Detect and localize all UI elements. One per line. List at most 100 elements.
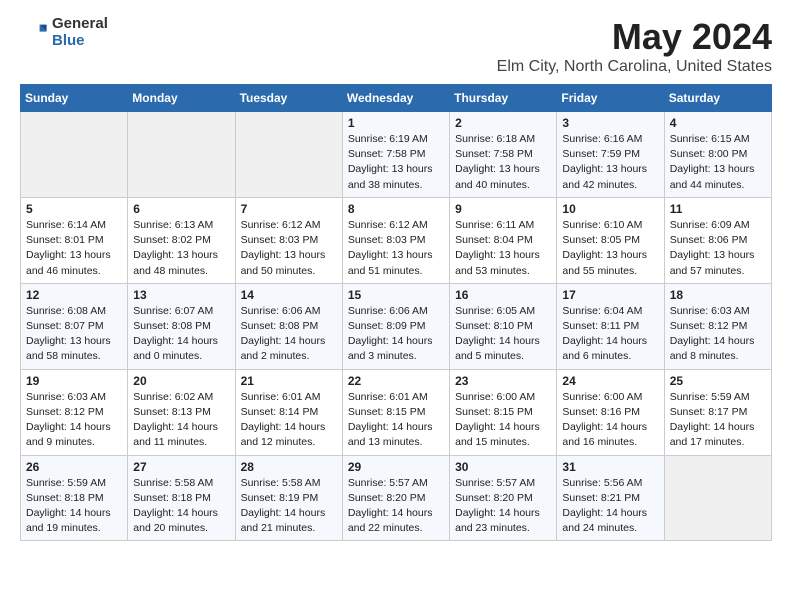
day-number: 9 <box>455 202 551 216</box>
col-header-friday: Friday <box>557 85 664 112</box>
day-cell: 5 Sunrise: 6:14 AMSunset: 8:01 PMDaylight… <box>21 197 128 283</box>
day-content: Sunrise: 6:12 AMSunset: 8:03 PMDaylight:… <box>348 218 444 279</box>
day-number: 5 <box>26 202 122 216</box>
logo-text: General Blue <box>52 16 108 49</box>
week-row-4: 19 Sunrise: 6:03 AMSunset: 8:12 PMDayligh… <box>21 369 772 455</box>
day-content: Sunrise: 6:11 AMSunset: 8:04 PMDaylight:… <box>455 218 551 279</box>
day-content: Sunrise: 6:16 AMSunset: 7:59 PMDaylight:… <box>562 132 658 193</box>
col-header-sunday: Sunday <box>21 85 128 112</box>
day-content: Sunrise: 5:57 AMSunset: 8:20 PMDaylight:… <box>348 476 444 537</box>
page-header: General Blue May 2024 Elm City, North Ca… <box>20 16 772 76</box>
day-cell: 30Sunrise: 5:57 AMSunset: 8:20 PMDayligh… <box>450 455 557 541</box>
day-number: 15 <box>348 288 444 302</box>
day-content: Sunrise: 6:13 AMSunset: 8:02 PMDaylight:… <box>133 218 229 279</box>
day-content: Sunrise: 5:56 AMSunset: 8:21 PMDaylight:… <box>562 476 658 537</box>
day-content: Sunrise: 6:08 AMSunset: 8:07 PMDaylight:… <box>26 304 122 365</box>
main-title: May 2024 <box>497 16 772 58</box>
day-number: 25 <box>670 374 766 388</box>
day-content: Sunrise: 6:18 AMSunset: 7:58 PMDaylight:… <box>455 132 551 193</box>
day-content: Sunrise: 6:14 AMSunset: 8:01 PMDaylight:… <box>26 218 122 279</box>
day-number: 16 <box>455 288 551 302</box>
logo-icon <box>20 19 48 47</box>
day-cell: 9 Sunrise: 6:11 AMSunset: 8:04 PMDaylight… <box>450 197 557 283</box>
day-cell: 29 Sunrise: 5:57 AMSunset: 8:20 PMDayligh… <box>342 455 449 541</box>
day-number: 27 <box>133 460 229 474</box>
logo-general: General <box>52 16 108 33</box>
day-cell: 20 Sunrise: 6:02 AMSunset: 8:13 PMDayligh… <box>128 369 235 455</box>
day-number: 2 <box>455 116 551 130</box>
day-cell: 24Sunrise: 6:00 AMSunset: 8:16 PMDayligh… <box>557 369 664 455</box>
day-cell: 1 Sunrise: 6:19 AMSunset: 7:58 PMDaylight… <box>342 112 449 198</box>
day-number: 23 <box>455 374 551 388</box>
day-content: Sunrise: 6:00 AMSunset: 8:16 PMDaylight:… <box>562 390 658 451</box>
day-cell: 22 Sunrise: 6:01 AMSunset: 8:15 PMDayligh… <box>342 369 449 455</box>
day-content: Sunrise: 6:01 AMSunset: 8:15 PMDaylight:… <box>348 390 444 451</box>
day-content: Sunrise: 5:58 AMSunset: 8:18 PMDaylight:… <box>133 476 229 537</box>
week-row-5: 26 Sunrise: 5:59 AMSunset: 8:18 PMDayligh… <box>21 455 772 541</box>
day-content: Sunrise: 6:12 AMSunset: 8:03 PMDaylight:… <box>241 218 337 279</box>
day-cell: 8Sunrise: 6:12 AMSunset: 8:03 PMDaylight… <box>342 197 449 283</box>
day-number: 17 <box>562 288 658 302</box>
day-number: 30 <box>455 460 551 474</box>
day-number: 28 <box>241 460 337 474</box>
day-cell: 21Sunrise: 6:01 AMSunset: 8:14 PMDayligh… <box>235 369 342 455</box>
day-cell <box>21 112 128 198</box>
day-content: Sunrise: 6:15 AMSunset: 8:00 PMDaylight:… <box>670 132 766 193</box>
day-content: Sunrise: 6:05 AMSunset: 8:10 PMDaylight:… <box>455 304 551 365</box>
day-number: 3 <box>562 116 658 130</box>
day-number: 20 <box>133 374 229 388</box>
day-cell: 10Sunrise: 6:10 AMSunset: 8:05 PMDayligh… <box>557 197 664 283</box>
day-number: 26 <box>26 460 122 474</box>
day-cell <box>664 455 771 541</box>
day-content: Sunrise: 5:59 AMSunset: 8:18 PMDaylight:… <box>26 476 122 537</box>
day-content: Sunrise: 6:07 AMSunset: 8:08 PMDaylight:… <box>133 304 229 365</box>
day-content: Sunrise: 5:59 AMSunset: 8:17 PMDaylight:… <box>670 390 766 451</box>
day-content: Sunrise: 6:04 AMSunset: 8:11 PMDaylight:… <box>562 304 658 365</box>
day-cell: 14Sunrise: 6:06 AMSunset: 8:08 PMDayligh… <box>235 283 342 369</box>
day-content: Sunrise: 6:03 AMSunset: 8:12 PMDaylight:… <box>26 390 122 451</box>
day-cell: 4 Sunrise: 6:15 AMSunset: 8:00 PMDaylight… <box>664 112 771 198</box>
day-number: 22 <box>348 374 444 388</box>
day-number: 11 <box>670 202 766 216</box>
day-number: 6 <box>133 202 229 216</box>
day-content: Sunrise: 6:01 AMSunset: 8:14 PMDaylight:… <box>241 390 337 451</box>
day-number: 4 <box>670 116 766 130</box>
col-header-thursday: Thursday <box>450 85 557 112</box>
day-number: 29 <box>348 460 444 474</box>
header-row: SundayMondayTuesdayWednesdayThursdayFrid… <box>21 85 772 112</box>
day-cell: 13 Sunrise: 6:07 AMSunset: 8:08 PMDayligh… <box>128 283 235 369</box>
day-content: Sunrise: 6:00 AMSunset: 8:15 PMDaylight:… <box>455 390 551 451</box>
day-cell: 12 Sunrise: 6:08 AMSunset: 8:07 PMDayligh… <box>21 283 128 369</box>
week-row-1: 1 Sunrise: 6:19 AMSunset: 7:58 PMDaylight… <box>21 112 772 198</box>
logo-blue: Blue <box>52 33 108 50</box>
day-cell: 11 Sunrise: 6:09 AMSunset: 8:06 PMDayligh… <box>664 197 771 283</box>
day-content: Sunrise: 6:06 AMSunset: 8:09 PMDaylight:… <box>348 304 444 365</box>
week-row-3: 12 Sunrise: 6:08 AMSunset: 8:07 PMDayligh… <box>21 283 772 369</box>
day-content: Sunrise: 6:09 AMSunset: 8:06 PMDaylight:… <box>670 218 766 279</box>
day-content: Sunrise: 6:06 AMSunset: 8:08 PMDaylight:… <box>241 304 337 365</box>
week-row-2: 5 Sunrise: 6:14 AMSunset: 8:01 PMDaylight… <box>21 197 772 283</box>
day-cell <box>128 112 235 198</box>
day-cell: 31 Sunrise: 5:56 AMSunset: 8:21 PMDayligh… <box>557 455 664 541</box>
day-cell: 16 Sunrise: 6:05 AMSunset: 8:10 PMDayligh… <box>450 283 557 369</box>
day-number: 13 <box>133 288 229 302</box>
day-number: 19 <box>26 374 122 388</box>
col-header-wednesday: Wednesday <box>342 85 449 112</box>
day-content: Sunrise: 6:02 AMSunset: 8:13 PMDaylight:… <box>133 390 229 451</box>
day-number: 10 <box>562 202 658 216</box>
calendar-table: SundayMondayTuesdayWednesdayThursdayFrid… <box>20 84 772 541</box>
day-cell: 6 Sunrise: 6:13 AMSunset: 8:02 PMDaylight… <box>128 197 235 283</box>
day-cell: 23 Sunrise: 6:00 AMSunset: 8:15 PMDayligh… <box>450 369 557 455</box>
day-cell: 25 Sunrise: 5:59 AMSunset: 8:17 PMDayligh… <box>664 369 771 455</box>
day-number: 31 <box>562 460 658 474</box>
title-block: May 2024 Elm City, North Carolina, Unite… <box>497 16 772 76</box>
day-number: 7 <box>241 202 337 216</box>
day-number: 1 <box>348 116 444 130</box>
day-number: 12 <box>26 288 122 302</box>
day-cell: 28Sunrise: 5:58 AMSunset: 8:19 PMDayligh… <box>235 455 342 541</box>
day-number: 18 <box>670 288 766 302</box>
day-cell: 19 Sunrise: 6:03 AMSunset: 8:12 PMDayligh… <box>21 369 128 455</box>
day-cell <box>235 112 342 198</box>
day-content: Sunrise: 6:19 AMSunset: 7:58 PMDaylight:… <box>348 132 444 193</box>
day-cell: 15 Sunrise: 6:06 AMSunset: 8:09 PMDayligh… <box>342 283 449 369</box>
